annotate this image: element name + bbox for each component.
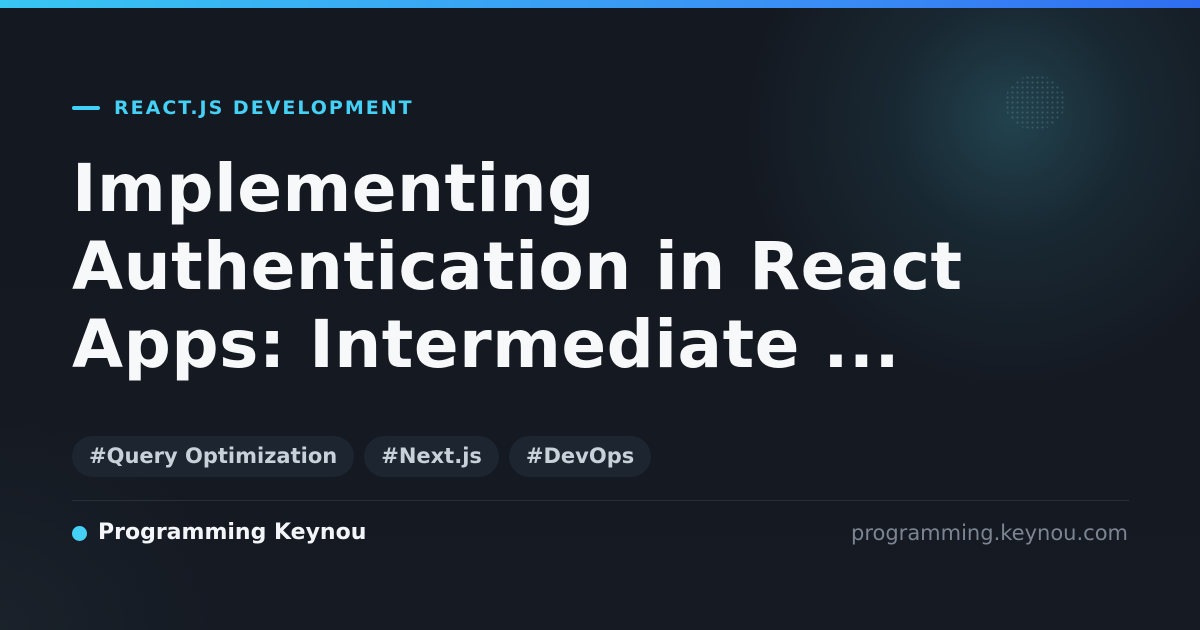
brand-dot-icon bbox=[72, 525, 87, 541]
tag-nextjs[interactable]: #Next.js bbox=[364, 436, 499, 477]
brand-name: Programming Keynou bbox=[98, 520, 367, 545]
category-label: REACT.JS DEVELOPMENT bbox=[72, 96, 414, 120]
category-text: REACT.JS DEVELOPMENT bbox=[114, 97, 414, 119]
site-url[interactable]: programming.keynou.com bbox=[851, 518, 1128, 548]
page-title: Implementing Authentication in React App… bbox=[72, 150, 963, 383]
divider bbox=[72, 500, 1129, 501]
top-gradient-bar bbox=[0, 0, 1200, 8]
dot-pattern-decoration bbox=[1005, 75, 1065, 130]
category-dash-icon bbox=[72, 106, 100, 110]
brand: Programming Keynou bbox=[72, 518, 366, 548]
tag-list: #Query Optimization #Next.js #DevOps bbox=[72, 436, 652, 477]
social-card: REACT.JS DEVELOPMENT Implementing Authen… bbox=[0, 0, 1200, 630]
tag-devops[interactable]: #DevOps bbox=[508, 436, 652, 477]
tag-query-optimization[interactable]: #Query Optimization bbox=[72, 436, 355, 477]
